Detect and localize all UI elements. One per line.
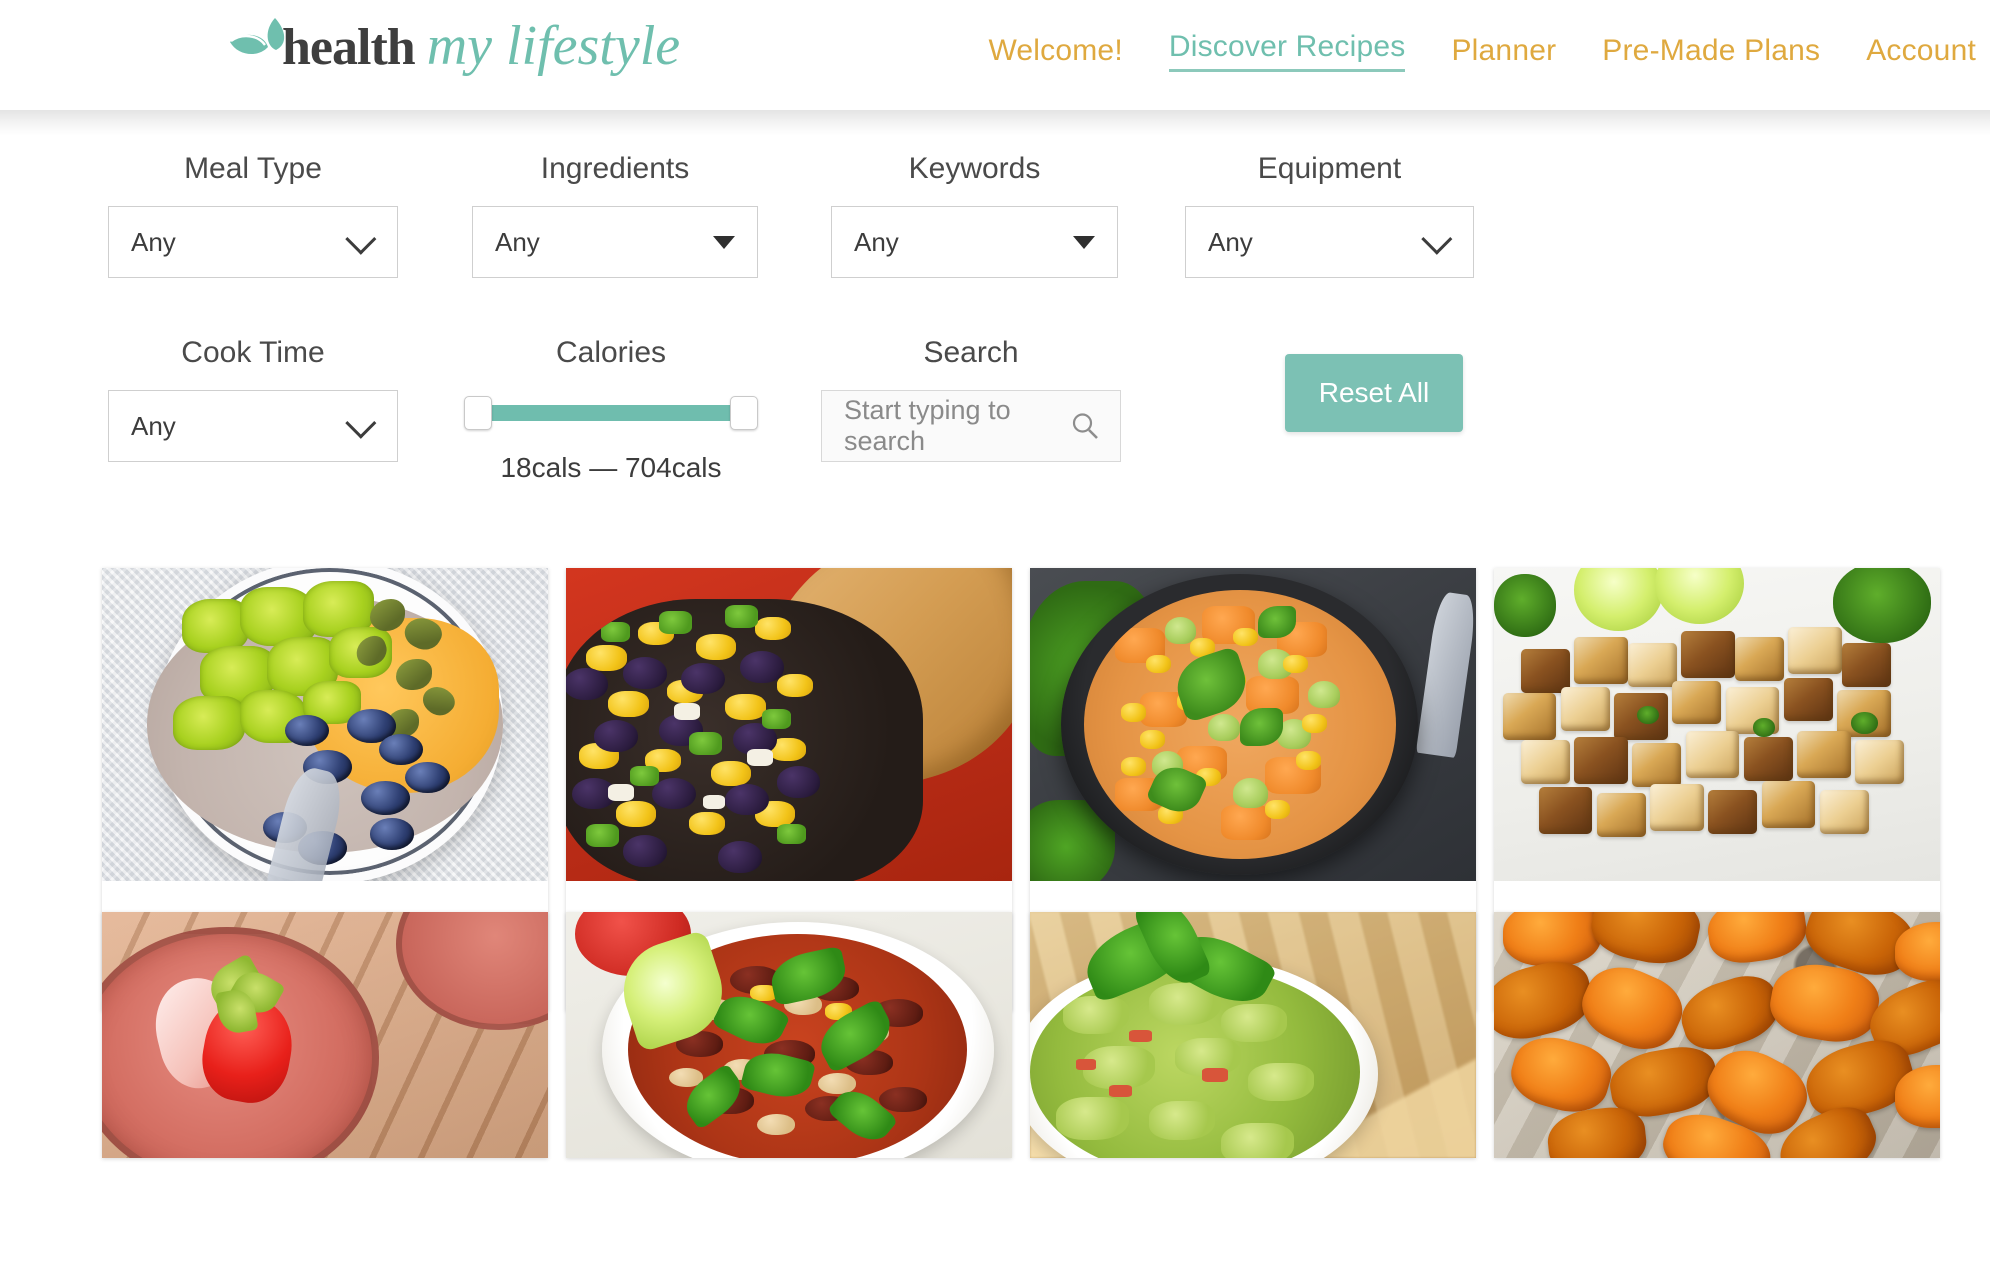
filter-label-calories: Calories (555, 336, 667, 369)
filter-calories: Calories 18cals — 704cals (464, 336, 758, 484)
black-bean-tacos-photo[interactable] (566, 568, 1012, 881)
calories-range-readout: 18cals — 704cals (500, 452, 722, 483)
calories-range-slider[interactable] (464, 396, 758, 430)
recipe-card[interactable] (102, 912, 548, 1158)
strawberry-smoothie-photo[interactable] (102, 912, 548, 1158)
reset-all-button[interactable]: Reset All (1285, 354, 1463, 432)
filter-equipment: Equipment Any (1185, 152, 1474, 278)
site-header: health my lifestyle Welcome! Discover Rec… (0, 0, 1990, 110)
main-navigation: Welcome! Discover Recipes Planner Pre-Ma… (988, 30, 1976, 72)
cook-time-select[interactable]: Any (108, 390, 398, 462)
nav-item-pre-made-plans[interactable]: Pre-Made Plans (1602, 34, 1820, 68)
filter-label-search: Search (923, 336, 1019, 369)
chevron-down-icon (1421, 223, 1453, 255)
recipe-results-grid: Protein Chia Bowl (0, 568, 1990, 1268)
recipe-card[interactable] (1494, 912, 1940, 1158)
filter-label-keywords: Keywords (908, 152, 1041, 185)
guacamole-photo[interactable] (1030, 912, 1476, 1158)
recipe-row-2 (0, 912, 1990, 1158)
lentil-vegetable-soup-photo[interactable] (1030, 568, 1476, 881)
equipment-value: Any (1208, 226, 1253, 257)
cook-time-value: Any (131, 410, 176, 441)
ingredients-select[interactable]: Any (472, 206, 758, 278)
filter-ingredients: Ingredients Any (472, 152, 758, 278)
filter-label-ingredients: Ingredients (540, 152, 690, 185)
nav-item-planner[interactable]: Planner (1451, 34, 1556, 68)
equipment-select[interactable]: Any (1185, 206, 1474, 278)
filter-label-equipment: Equipment (1257, 152, 1402, 185)
nav-item-account[interactable]: Account (1866, 34, 1976, 68)
filter-keywords: Keywords Any (831, 152, 1118, 278)
search-input[interactable]: Start typing to search (821, 390, 1121, 462)
recipe-card[interactable] (1030, 912, 1476, 1158)
filter-label-meal-type: Meal Type (184, 152, 322, 185)
site-logo[interactable]: health my lifestyle (228, 8, 680, 78)
filter-reset-wrap: Reset All (1285, 348, 1463, 432)
recipe-filter-panel: Meal Type Any Ingredients Any Keywords A… (0, 136, 1990, 566)
calories-slider-handle-min[interactable] (464, 396, 492, 430)
chevron-down-icon (345, 223, 377, 255)
chevron-down-icon (345, 407, 377, 439)
filter-search: Search Start typing to search (821, 336, 1121, 462)
recipe-card[interactable] (566, 912, 1012, 1158)
search-placeholder: Start typing to search (844, 395, 1011, 456)
keywords-select[interactable]: Any (831, 206, 1118, 278)
logo-word-health: health (282, 19, 416, 76)
keywords-value: Any (854, 226, 899, 257)
header-divider-shadow (0, 110, 1990, 136)
meal-type-value: Any (131, 226, 176, 257)
filter-cook-time: Cook Time Any (108, 336, 398, 462)
calories-slider-handle-max[interactable] (730, 396, 758, 430)
bean-chili-photo[interactable] (566, 912, 1012, 1158)
marinated-tofu-photo[interactable] (1494, 568, 1940, 881)
nav-item-discover-recipes[interactable]: Discover Recipes (1168, 30, 1406, 72)
triangle-down-icon (713, 235, 735, 249)
calories-slider-track (482, 405, 740, 421)
logo-word-my-lifestyle: my lifestyle (426, 15, 681, 77)
chia-bowl-photo[interactable] (102, 568, 548, 881)
triangle-down-icon (1073, 235, 1095, 249)
filter-meal-type: Meal Type Any (108, 152, 398, 278)
cauliflower-wings-photo[interactable] (1494, 912, 1940, 1158)
nav-item-welcome[interactable]: Welcome! (988, 34, 1122, 68)
filter-label-cook-time: Cook Time (181, 336, 325, 369)
meal-type-select[interactable]: Any (108, 206, 398, 278)
search-icon[interactable] (1070, 411, 1100, 441)
ingredients-value: Any (495, 226, 540, 257)
